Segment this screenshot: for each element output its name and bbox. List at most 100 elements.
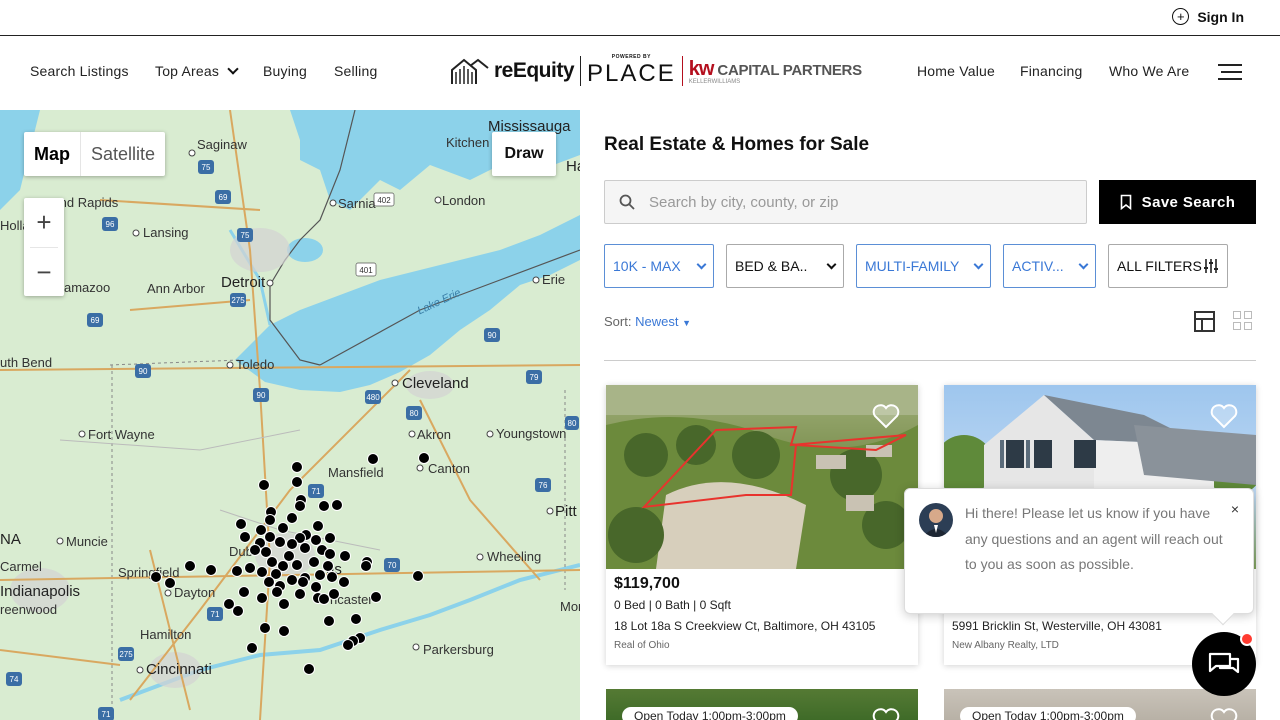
menu-hamburger-icon[interactable] bbox=[1218, 64, 1242, 80]
map-panel[interactable]: 75 69 96 75 275 69 90 90 90 79 480 80 80 76 71 70 71 275 7… bbox=[0, 110, 580, 720]
listing-marker[interactable] bbox=[150, 571, 162, 583]
map-type-control: Map Satellite bbox=[24, 132, 166, 176]
save-search-button[interactable]: Save Search bbox=[1099, 180, 1256, 224]
brand-logo[interactable]: reEquity POWERED BY PLACE kw CAPITAL PAR… bbox=[450, 53, 862, 89]
listing-marker[interactable] bbox=[232, 605, 244, 617]
nav-financing[interactable]: Financing bbox=[1020, 63, 1083, 79]
listing-marker[interactable] bbox=[297, 576, 309, 588]
listing-marker[interactable] bbox=[286, 538, 298, 550]
listing-marker[interactable] bbox=[239, 531, 251, 543]
listing-marker[interactable] bbox=[244, 562, 256, 574]
nav-who-we-are[interactable]: Who We Are bbox=[1109, 63, 1189, 79]
search-input[interactable] bbox=[649, 193, 1069, 211]
listing-marker[interactable] bbox=[367, 453, 379, 465]
listing-marker[interactable] bbox=[312, 520, 324, 532]
nav-search-listings[interactable]: Search Listings bbox=[30, 63, 129, 79]
price-filter[interactable]: 10K - MAX bbox=[604, 244, 714, 288]
listing-marker[interactable] bbox=[256, 592, 268, 604]
logo-separator-2 bbox=[681, 56, 683, 86]
listing-marker[interactable] bbox=[259, 622, 271, 634]
listing-marker[interactable] bbox=[246, 642, 258, 654]
nav-home-value[interactable]: Home Value bbox=[917, 63, 995, 79]
search-icon bbox=[619, 194, 635, 210]
svg-text:71: 71 bbox=[102, 710, 111, 719]
map-type-satellite-button[interactable]: Satellite bbox=[80, 132, 165, 176]
listing-marker[interactable] bbox=[291, 461, 303, 473]
nav-selling[interactable]: Selling bbox=[334, 63, 377, 79]
bookmark-icon bbox=[1120, 194, 1131, 210]
listing-card[interactable]: Open Today 1:00pm-3:00pm bbox=[606, 689, 918, 720]
heart-icon[interactable] bbox=[1210, 403, 1238, 429]
sign-in-button[interactable]: + Sign In bbox=[1172, 8, 1244, 25]
listing-marker[interactable] bbox=[342, 639, 354, 651]
map-type-map-button[interactable]: Map bbox=[24, 132, 80, 176]
listing-marker[interactable] bbox=[274, 536, 286, 548]
listing-marker[interactable] bbox=[286, 512, 298, 524]
listing-marker[interactable] bbox=[331, 499, 343, 511]
listing-marker[interactable] bbox=[370, 591, 382, 603]
listing-marker[interactable] bbox=[264, 514, 276, 526]
listing-marker[interactable] bbox=[318, 593, 330, 605]
page-title: Real Estate & Homes for Sale bbox=[604, 134, 870, 155]
listing-marker[interactable] bbox=[303, 663, 315, 675]
zoom-out-button[interactable]: − bbox=[24, 248, 64, 297]
listing-marker[interactable] bbox=[323, 615, 335, 627]
property-type-filter[interactable]: MULTI-FAMILY bbox=[856, 244, 991, 288]
heart-icon[interactable] bbox=[872, 707, 900, 720]
listing-marker[interactable] bbox=[278, 598, 290, 610]
listing-marker[interactable] bbox=[258, 479, 270, 491]
listing-marker[interactable] bbox=[299, 542, 311, 554]
listing-marker[interactable] bbox=[291, 476, 303, 488]
listing-marker[interactable] bbox=[277, 522, 289, 534]
map-label-mansfield: Mansfield bbox=[328, 465, 384, 480]
sign-in-label: Sign In bbox=[1197, 8, 1244, 25]
listing-marker[interactable] bbox=[324, 532, 336, 544]
svg-text:480: 480 bbox=[366, 393, 380, 402]
listing-marker[interactable] bbox=[339, 550, 351, 562]
all-filters-button[interactable]: ALL FILTERS bbox=[1108, 244, 1228, 288]
close-icon[interactable]: × bbox=[1231, 501, 1239, 517]
grid-view-icon[interactable] bbox=[1233, 311, 1254, 332]
map-label-london: London bbox=[442, 193, 486, 208]
status-filter[interactable]: ACTIV... bbox=[1003, 244, 1096, 288]
svg-text:69: 69 bbox=[91, 316, 100, 325]
listing-marker[interactable] bbox=[412, 570, 424, 582]
map-label-indiana: NA bbox=[0, 531, 21, 548]
main-nav: Search Listings Top Areas Buying Selling… bbox=[0, 37, 1280, 110]
listing-marker[interactable] bbox=[338, 576, 350, 588]
listing-marker[interactable] bbox=[231, 565, 243, 577]
listing-marker[interactable] bbox=[184, 560, 196, 572]
map-label-wheeling: Wheeling bbox=[487, 549, 542, 564]
split-view-icon[interactable] bbox=[1194, 311, 1215, 332]
listing-card[interactable]: $119,700 0 Bed | 0 Bath | 0 Sqft 18 Lot … bbox=[606, 385, 918, 665]
listing-marker[interactable] bbox=[294, 500, 306, 512]
listing-marker[interactable] bbox=[418, 452, 430, 464]
listing-marker[interactable] bbox=[278, 625, 290, 637]
listing-marker[interactable] bbox=[360, 560, 372, 572]
listing-marker[interactable] bbox=[271, 586, 283, 598]
listing-marker[interactable] bbox=[350, 613, 362, 625]
listing-marker[interactable] bbox=[238, 586, 250, 598]
nav-top-areas[interactable]: Top Areas bbox=[155, 63, 239, 79]
sort-dropdown[interactable]: Newest ▼ bbox=[635, 314, 691, 329]
zoom-in-button[interactable]: + bbox=[24, 198, 64, 247]
listing-marker[interactable] bbox=[314, 569, 326, 581]
logo-kw-block: kw CAPITAL PARTNERS KELLERWILLIAMS bbox=[689, 58, 862, 85]
listing-marker[interactable] bbox=[308, 556, 320, 568]
listing-marker[interactable] bbox=[164, 577, 176, 589]
heart-icon[interactable] bbox=[1210, 707, 1238, 720]
listing-marker[interactable] bbox=[205, 564, 217, 576]
svg-text:71: 71 bbox=[211, 610, 220, 619]
listing-marker[interactable] bbox=[294, 588, 306, 600]
heart-icon[interactable] bbox=[872, 403, 900, 429]
nav-buying[interactable]: Buying bbox=[263, 63, 307, 79]
listing-marker[interactable] bbox=[235, 518, 247, 530]
map-label-kalamazoo: amazoo bbox=[64, 280, 111, 295]
listing-marker[interactable] bbox=[291, 559, 303, 571]
listing-marker[interactable] bbox=[324, 548, 336, 560]
listing-marker[interactable] bbox=[326, 571, 338, 583]
bed-bath-filter[interactable]: BED & BA.. bbox=[726, 244, 844, 288]
listing-marker[interactable] bbox=[318, 500, 330, 512]
chat-launcher-button[interactable] bbox=[1192, 632, 1256, 696]
draw-button[interactable]: Draw bbox=[492, 132, 556, 176]
